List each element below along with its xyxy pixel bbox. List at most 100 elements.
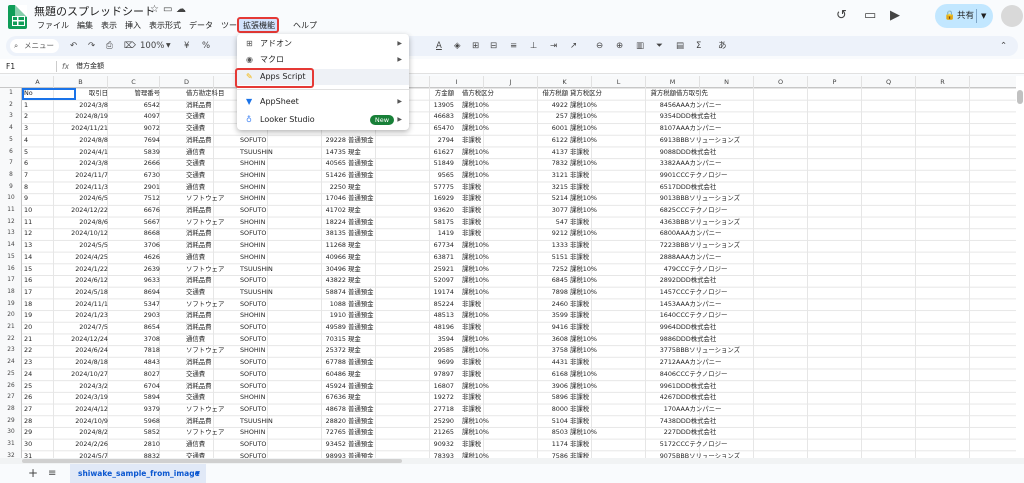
star-icon[interactable]: ☆: [150, 4, 159, 15]
cell[interactable]: 2024/1/23: [54, 310, 108, 322]
cell[interactable]: 課税10%: [570, 135, 622, 147]
cell[interactable]: 4843: [108, 357, 160, 369]
text-color-icon[interactable]: A: [436, 36, 442, 56]
cell[interactable]: SHOHIN: [240, 193, 294, 205]
cell[interactable]: 2712: [624, 357, 676, 369]
cell[interactable]: 課税10%: [462, 252, 514, 264]
cell[interactable]: 普通預金: [348, 451, 378, 458]
cell[interactable]: 2024/2/26: [54, 439, 108, 451]
cell[interactable]: SOFUTO: [240, 322, 294, 334]
cell[interactable]: 41702: [294, 205, 346, 217]
column-header[interactable]: P: [808, 76, 862, 88]
row-header[interactable]: 30: [0, 427, 22, 439]
cell[interactable]: 通信費: [186, 182, 240, 194]
row-header[interactable]: 13: [0, 228, 22, 240]
cell[interactable]: 6001: [516, 123, 568, 135]
chart-icon[interactable]: ▥: [636, 36, 644, 56]
menu-data[interactable]: データ: [186, 20, 216, 32]
cell[interactable]: 29228: [294, 135, 346, 147]
cell[interactable]: 課税10%: [570, 158, 622, 170]
cell[interactable]: 普通預金: [348, 193, 378, 205]
cell[interactable]: BBBソリューションズ: [676, 193, 776, 205]
cell[interactable]: 非課税: [570, 322, 622, 334]
cell[interactable]: 2024/11/3: [54, 182, 108, 194]
cell[interactable]: 消耗品費: [186, 228, 240, 240]
row-header[interactable]: 17: [0, 275, 22, 287]
cell[interactable]: 72765: [294, 427, 346, 439]
cell[interactable]: 85224: [378, 299, 454, 311]
cell[interactable]: 4922: [516, 100, 568, 112]
cell[interactable]: 18: [24, 299, 52, 311]
cell[interactable]: 19272: [378, 392, 454, 404]
cell[interactable]: 2: [24, 111, 52, 123]
cell[interactable]: 課税10%: [570, 287, 622, 299]
cell[interactable]: DDD株式会社: [676, 182, 776, 194]
cell[interactable]: 借方勘定科目: [186, 88, 240, 100]
input-tools-icon[interactable]: あ: [718, 36, 727, 56]
cell[interactable]: 現金: [348, 205, 378, 217]
cell[interactable]: 257: [516, 111, 568, 123]
cell[interactable]: 227: [624, 427, 676, 439]
cell[interactable]: 38135: [294, 228, 346, 240]
cell[interactable]: 60486: [294, 369, 346, 381]
cell[interactable]: 2024/4/12: [54, 404, 108, 416]
cell[interactable]: 7: [24, 170, 52, 182]
cell[interactable]: 6517: [624, 182, 676, 194]
cell[interactable]: 3906: [516, 381, 568, 393]
cell[interactable]: 58874: [294, 287, 346, 299]
cell[interactable]: 30: [24, 439, 52, 451]
column-header[interactable]: N: [700, 76, 754, 88]
menu-item-addons[interactable]: ⊞ アドオン ▶: [237, 36, 409, 52]
cell[interactable]: DDD株式会社: [676, 334, 776, 346]
cell[interactable]: 現金: [348, 240, 378, 252]
cell[interactable]: 普通預金: [348, 217, 378, 229]
sheet-tab[interactable]: shiwake_sample_from_image ▼: [70, 464, 206, 483]
cell[interactable]: 2024/8/19: [54, 111, 108, 123]
cell[interactable]: 19174: [378, 287, 454, 299]
cell[interactable]: 課税10%: [462, 416, 514, 428]
row-header[interactable]: 23: [0, 345, 22, 357]
cell[interactable]: 18224: [294, 217, 346, 229]
column-header[interactable]: C: [108, 76, 160, 88]
comment-icon[interactable]: ▭: [864, 8, 876, 23]
spreadsheet-grid[interactable]: ABCDEFGHIJKLMNOPQR 123456789101112131415…: [0, 76, 1016, 458]
cell[interactable]: 12: [24, 228, 52, 240]
cell[interactable]: 非課税: [570, 310, 622, 322]
add-sheet-icon[interactable]: +: [28, 464, 38, 483]
cell[interactable]: 通信費: [186, 252, 240, 264]
chevron-down-icon[interactable]: ▼: [981, 4, 986, 28]
cell[interactable]: 6704: [108, 381, 160, 393]
row-header[interactable]: 2: [0, 100, 22, 112]
currency-button[interactable]: ¥: [184, 36, 189, 56]
cell[interactable]: DDD株式会社: [676, 322, 776, 334]
cell[interactable]: 課税10%: [570, 275, 622, 287]
vertical-align-icon[interactable]: ⊥: [530, 36, 537, 56]
cell[interactable]: 課税10%: [570, 264, 622, 276]
cell[interactable]: 16929: [378, 193, 454, 205]
cell[interactable]: 2024/3/8: [54, 158, 108, 170]
cell[interactable]: 2024/8/8: [54, 135, 108, 147]
cell[interactable]: 6676: [108, 205, 160, 217]
cell[interactable]: 2024/11/21: [54, 123, 108, 135]
cell[interactable]: 30496: [294, 264, 346, 276]
cell[interactable]: DDD株式会社: [676, 381, 776, 393]
cell[interactable]: 2024/8/2: [54, 427, 108, 439]
cell[interactable]: 2024/8/18: [54, 357, 108, 369]
cell[interactable]: 非課税: [570, 404, 622, 416]
cell[interactable]: 非課税: [570, 299, 622, 311]
cell[interactable]: 43822: [294, 275, 346, 287]
cell[interactable]: 9379: [108, 404, 160, 416]
cell[interactable]: 1640: [624, 310, 676, 322]
cell[interactable]: 9072: [108, 123, 160, 135]
cell[interactable]: 課税10%: [462, 427, 514, 439]
cell[interactable]: 課税10%: [462, 275, 514, 287]
cell[interactable]: 8832: [108, 451, 160, 458]
cell[interactable]: ソフトウェア: [186, 299, 240, 311]
row-header[interactable]: 12: [0, 217, 22, 229]
cell[interactable]: 98993: [294, 451, 346, 458]
cell[interactable]: 45924: [294, 381, 346, 393]
print-icon[interactable]: ⎙: [106, 36, 113, 56]
cell[interactable]: 4137: [516, 147, 568, 159]
cell[interactable]: 3708: [108, 334, 160, 346]
cell[interactable]: SHOHIN: [240, 392, 294, 404]
